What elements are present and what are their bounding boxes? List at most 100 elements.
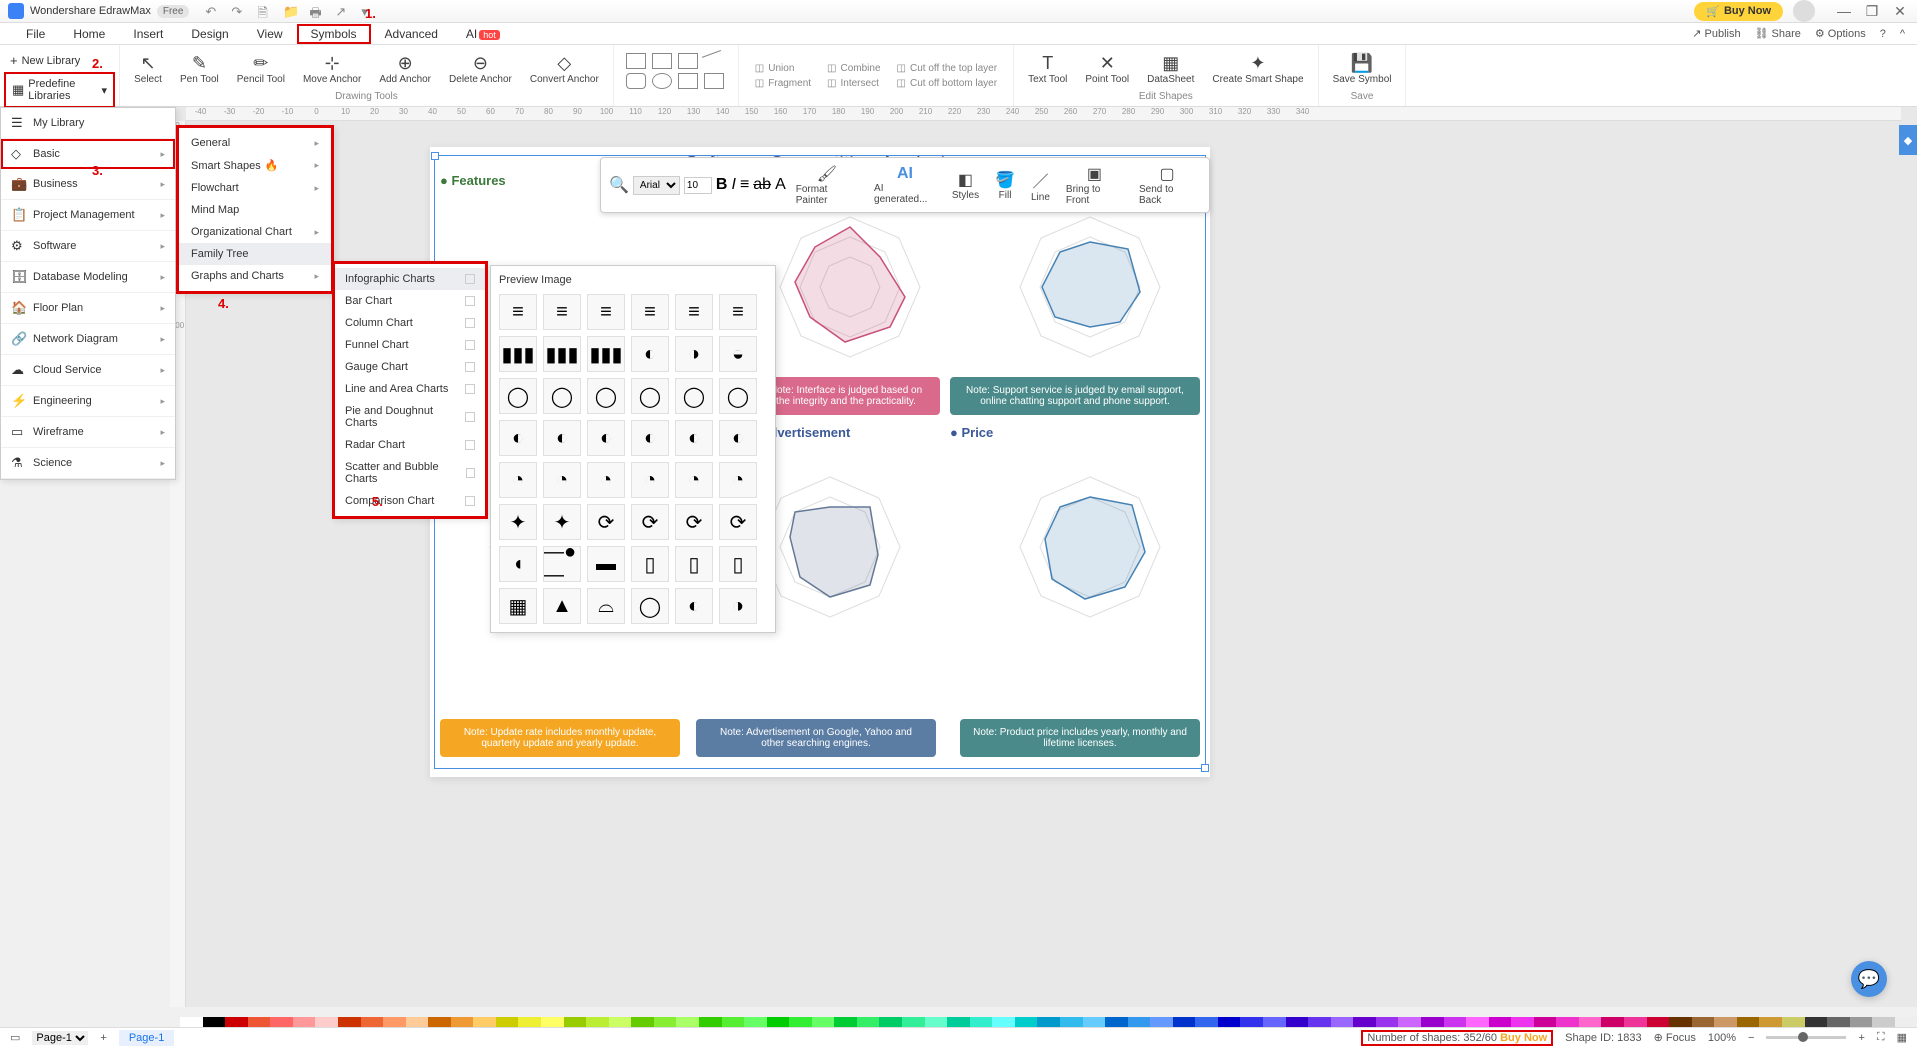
- menu-file[interactable]: File: [12, 24, 59, 44]
- color-swatch[interactable]: [1308, 1017, 1331, 1027]
- color-swatch[interactable]: [676, 1017, 699, 1027]
- color-swatch[interactable]: [315, 1017, 338, 1027]
- union-op[interactable]: ◫ Union: [755, 62, 811, 75]
- lib-cloud[interactable]: ☁Cloud Service▸: [1, 355, 175, 386]
- move-anchor-tool[interactable]: ⊹Move Anchor: [297, 49, 367, 89]
- color-swatch[interactable]: [767, 1017, 790, 1027]
- color-swatch[interactable]: [383, 1017, 406, 1027]
- thumb-gauge5[interactable]: ◐: [675, 420, 713, 456]
- color-swatch[interactable]: [1105, 1017, 1128, 1027]
- thumb-fill1[interactable]: ◐: [675, 588, 713, 624]
- thumb-battery2[interactable]: ▯: [675, 546, 713, 582]
- thumb-battery1[interactable]: ▯: [631, 546, 669, 582]
- thumb-bar-h6[interactable]: ≡: [719, 294, 757, 330]
- lib-floor-plan[interactable]: 🏠Floor Plan▸: [1, 293, 175, 324]
- shape-rounded-rect[interactable]: [626, 73, 646, 89]
- thumb-slider[interactable]: —●—: [543, 546, 581, 582]
- format-painter[interactable]: 🖌Format Painter: [790, 162, 864, 208]
- add-page-button[interactable]: +: [100, 1032, 106, 1044]
- bring-front[interactable]: ▣Bring to Front: [1060, 162, 1129, 208]
- shape-ellipse[interactable]: [652, 73, 672, 89]
- color-swatch[interactable]: [609, 1017, 632, 1027]
- pencil-tool[interactable]: ✏Pencil Tool: [231, 49, 291, 89]
- shape-line[interactable]: [702, 50, 726, 72]
- color-swatch[interactable]: [1218, 1017, 1241, 1027]
- color-swatch[interactable]: [1895, 1017, 1917, 1027]
- thumb-bar-h1[interactable]: ≡: [499, 294, 537, 330]
- color-swatch[interactable]: [1173, 1017, 1196, 1027]
- color-swatch[interactable]: [699, 1017, 722, 1027]
- thumb-col1[interactable]: ▮▮▮: [499, 336, 537, 372]
- font-size-input[interactable]: [684, 177, 712, 194]
- color-swatch[interactable]: [925, 1017, 948, 1027]
- minimize-button[interactable]: —: [1835, 2, 1853, 20]
- color-swatch[interactable]: [451, 1017, 474, 1027]
- fragment-op[interactable]: ◫ Fragment: [755, 77, 811, 90]
- color-swatch[interactable]: [564, 1017, 587, 1027]
- help-icon[interactable]: ?: [1880, 27, 1886, 40]
- color-swatch[interactable]: [406, 1017, 429, 1027]
- color-swatch[interactable]: [1421, 1017, 1444, 1027]
- color-swatch[interactable]: [1286, 1017, 1309, 1027]
- color-swatch[interactable]: [203, 1017, 226, 1027]
- color-swatch[interactable]: [541, 1017, 564, 1027]
- lib-project-management[interactable]: 📋Project Management▸: [1, 200, 175, 231]
- color-swatch[interactable]: [1624, 1017, 1647, 1027]
- fill-button[interactable]: 🪣Fill: [989, 168, 1021, 203]
- color-swatch[interactable]: [1489, 1017, 1512, 1027]
- sm-gauge-chart[interactable]: Gauge Chart: [335, 356, 485, 378]
- thumb-bar-h4[interactable]: ≡: [631, 294, 669, 330]
- publish-button[interactable]: ↗ Publish: [1692, 27, 1740, 40]
- line-button[interactable]: ／Line: [1025, 166, 1056, 205]
- color-swatch[interactable]: [812, 1017, 835, 1027]
- sm-org-chart[interactable]: Organizational Chart▸: [179, 221, 331, 243]
- sm-general[interactable]: General▸: [179, 132, 331, 154]
- color-swatch[interactable]: [1805, 1017, 1828, 1027]
- lib-database[interactable]: 🗄Database Modeling▸: [1, 262, 175, 293]
- sm-family-tree[interactable]: Family Tree: [179, 243, 331, 265]
- menu-insert[interactable]: Insert: [119, 24, 177, 44]
- color-swatch[interactable]: [1714, 1017, 1737, 1027]
- color-swatch[interactable]: [473, 1017, 496, 1027]
- thumb-speedo[interactable]: ⌓: [587, 588, 625, 624]
- color-swatch[interactable]: [225, 1017, 248, 1027]
- save-icon[interactable]: 🗎: [257, 4, 271, 18]
- menu-advanced[interactable]: Advanced: [371, 24, 452, 44]
- color-swatch[interactable]: [1872, 1017, 1895, 1027]
- grid-icon[interactable]: ▦: [1897, 1031, 1907, 1044]
- thumb-bar-h3[interactable]: ≡: [587, 294, 625, 330]
- menu-home[interactable]: Home: [59, 24, 119, 44]
- color-swatch[interactable]: [631, 1017, 654, 1027]
- color-swatch[interactable]: [1737, 1017, 1760, 1027]
- select-tool[interactable]: ↖Select: [128, 49, 168, 89]
- fit-page-icon[interactable]: ⛶: [1877, 1031, 1885, 1044]
- thumb-gauge4[interactable]: ◐: [631, 420, 669, 456]
- color-swatch[interactable]: [1263, 1017, 1286, 1027]
- color-swatch[interactable]: [1579, 1017, 1602, 1027]
- add-anchor-tool[interactable]: ⊕Add Anchor: [373, 49, 437, 89]
- thumb-load1[interactable]: ⟳: [587, 504, 625, 540]
- lib-science[interactable]: ⚗Science▸: [1, 448, 175, 479]
- menu-design[interactable]: Design: [177, 24, 242, 44]
- thumb-ring[interactable]: ◯: [631, 588, 669, 624]
- thumb-tri[interactable]: ▲: [543, 588, 581, 624]
- color-swatch[interactable]: [857, 1017, 880, 1027]
- lib-basic[interactable]: ◇Basic▸: [1, 139, 175, 169]
- thumb-grid[interactable]: ▦: [499, 588, 537, 624]
- color-swatch[interactable]: [248, 1017, 271, 1027]
- thumb-prog4[interactable]: ◔: [631, 462, 669, 498]
- thumb-prog3[interactable]: ◔: [587, 462, 625, 498]
- page-tab[interactable]: Page-1: [119, 1030, 174, 1046]
- thumb-fill2[interactable]: ◑: [719, 588, 757, 624]
- datasheet-tool[interactable]: ▦DataSheet: [1141, 49, 1200, 89]
- color-swatch[interactable]: [834, 1017, 857, 1027]
- thumb-pie2[interactable]: ◑: [675, 336, 713, 372]
- thumb-pie1[interactable]: ◐: [631, 336, 669, 372]
- color-swatch[interactable]: [1015, 1017, 1038, 1027]
- color-swatch[interactable]: [1083, 1017, 1106, 1027]
- color-swatch[interactable]: [970, 1017, 993, 1027]
- search-icon[interactable]: 🔍: [609, 175, 629, 195]
- strike-button[interactable]: ab: [753, 176, 771, 194]
- share-button[interactable]: ⛓ Share: [1755, 27, 1801, 40]
- color-swatch[interactable]: [1850, 1017, 1873, 1027]
